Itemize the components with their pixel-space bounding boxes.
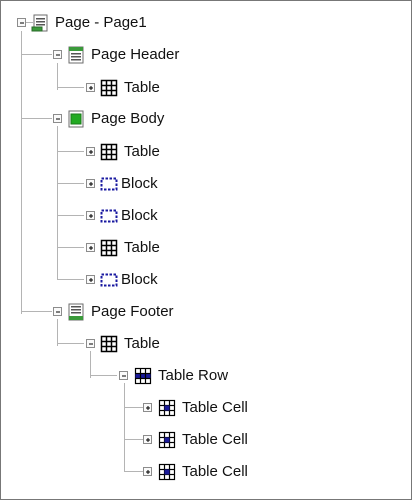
tree-node-block[interactable]: Block [1, 172, 401, 196]
table-cell-icon [158, 431, 176, 449]
tree-node-block[interactable]: Block [1, 268, 401, 292]
expand-toggle[interactable] [86, 211, 95, 220]
block-icon [100, 207, 118, 225]
expand-toggle[interactable] [143, 435, 152, 444]
block-icon [100, 175, 118, 193]
tree-node-table[interactable]: Table [1, 76, 401, 100]
tree-node-label: Table Cell [182, 463, 248, 480]
tree-node-table[interactable]: Table [1, 140, 401, 164]
expand-toggle[interactable] [86, 147, 95, 156]
collapse-toggle[interactable] [119, 371, 128, 380]
expand-toggle[interactable] [86, 83, 95, 92]
collapse-toggle[interactable] [53, 307, 62, 316]
table-row-icon [134, 367, 152, 385]
expand-toggle[interactable] [86, 275, 95, 284]
table-cell-icon [158, 399, 176, 417]
collapse-toggle[interactable] [86, 339, 95, 348]
tree-node-page-header[interactable]: Page Header [1, 43, 401, 67]
tree-node-label: Table [124, 143, 160, 160]
tree-node-table-cell[interactable]: Table Cell [1, 396, 401, 420]
block-icon [100, 271, 118, 289]
tree-node-page[interactable]: Page - Page1 [1, 11, 401, 35]
tree-node-table-cell[interactable]: Table Cell [1, 428, 401, 452]
collapse-toggle[interactable] [53, 50, 62, 59]
tree-node-table-row[interactable]: Table Row [1, 364, 401, 388]
table-icon [100, 335, 118, 353]
tree-node-label: Block [121, 271, 158, 288]
tree-node-label: Table [124, 79, 160, 96]
tree-node-label: Page Footer [91, 303, 174, 320]
expand-toggle[interactable] [143, 467, 152, 476]
page-header-icon [67, 46, 85, 64]
collapse-toggle[interactable] [53, 114, 62, 123]
tree-node-label: Table Cell [182, 399, 248, 416]
table-icon [100, 239, 118, 257]
tree-node-table[interactable]: Table [1, 332, 401, 356]
table-cell-icon [158, 463, 176, 481]
tree-node-block[interactable]: Block [1, 204, 401, 228]
expand-toggle[interactable] [143, 403, 152, 412]
tree-node-label: Table [124, 239, 160, 256]
tree-node-label: Table Cell [182, 431, 248, 448]
tree-node-label: Page - Page1 [55, 14, 147, 31]
tree-node-label: Page Body [91, 110, 165, 127]
table-icon [100, 143, 118, 161]
tree-node-label: Block [121, 207, 158, 224]
tree-node-table-cell[interactable]: Table Cell [1, 460, 401, 484]
page-body-icon [67, 110, 85, 128]
table-icon [100, 79, 118, 97]
tree-node-page-footer[interactable]: Page Footer [1, 300, 401, 324]
expand-toggle[interactable] [86, 243, 95, 252]
page-icon [31, 14, 49, 32]
tree-node-label: Table Row [158, 367, 229, 384]
tree-node-table[interactable]: Table [1, 236, 401, 260]
collapse-toggle[interactable] [17, 18, 26, 27]
tree-node-page-body[interactable]: Page Body [1, 107, 401, 131]
tree-node-label: Table [124, 335, 160, 352]
tree-node-label: Page Header [91, 46, 180, 63]
tree-node-label: Block [121, 175, 158, 192]
page-footer-icon [67, 303, 85, 321]
expand-toggle[interactable] [86, 179, 95, 188]
outline-tree-panel: Page - Page1 Page Header Table Page Body [0, 0, 412, 500]
